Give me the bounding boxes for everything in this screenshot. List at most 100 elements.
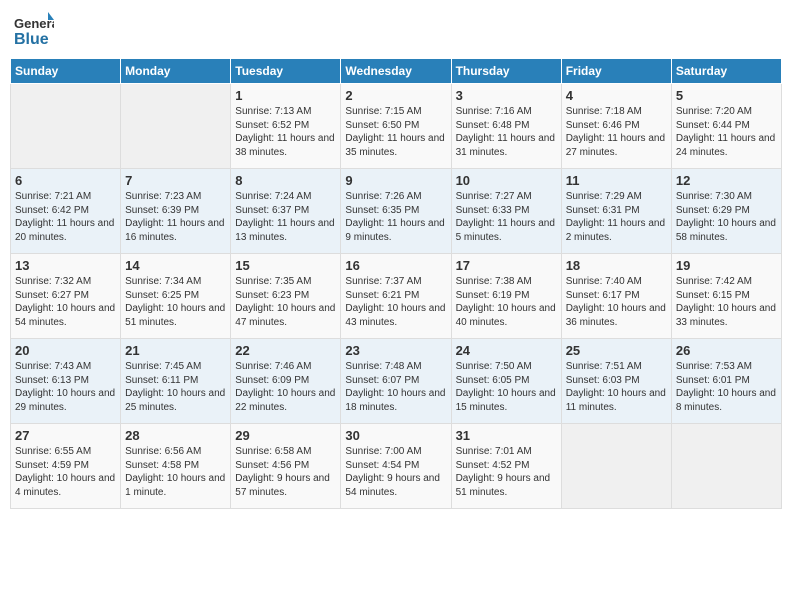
cell-content: Sunrise: 7:20 AM Sunset: 6:44 PM Dayligh…: [676, 105, 777, 159]
day-number: 21: [125, 343, 226, 358]
calendar-cell: 9 Sunrise: 7:26 AM Sunset: 6:35 PM Daylig…: [341, 169, 451, 254]
day-number: 6: [15, 173, 116, 188]
logo-icon: General Blue: [14, 10, 54, 50]
cell-content: Sunrise: 7:26 AM Sunset: 6:35 PM Dayligh…: [345, 190, 446, 244]
calendar-cell: 24 Sunrise: 7:50 AM Sunset: 6:05 PM Dayli…: [451, 339, 561, 424]
cell-content: Sunrise: 6:58 AM Sunset: 4:56 PM Dayligh…: [235, 445, 336, 499]
weekday-header-friday: Friday: [561, 59, 671, 84]
cell-content: Sunrise: 7:37 AM Sunset: 6:21 PM Dayligh…: [345, 275, 446, 329]
calendar-table: SundayMondayTuesdayWednesdayThursdayFrid…: [10, 58, 782, 509]
calendar-cell: 3 Sunrise: 7:16 AM Sunset: 6:48 PM Daylig…: [451, 84, 561, 169]
day-number: 10: [456, 173, 557, 188]
cell-content: Sunrise: 7:30 AM Sunset: 6:29 PM Dayligh…: [676, 190, 777, 244]
calendar-cell: 17Sunrise: 7:38 AM Sunset: 6:19 PM Dayli…: [451, 254, 561, 339]
weekday-header-wednesday: Wednesday: [341, 59, 451, 84]
calendar-cell: 6 Sunrise: 7:21 AM Sunset: 6:42 PM Daylig…: [11, 169, 121, 254]
cell-content: Sunrise: 7:13 AM Sunset: 6:52 PM Dayligh…: [235, 105, 336, 159]
cell-content: Sunrise: 7:00 AM Sunset: 4:54 PM Dayligh…: [345, 445, 446, 499]
cell-content: Sunrise: 7:53 AM Sunset: 6:01 PM Dayligh…: [676, 360, 777, 414]
day-number: 3: [456, 88, 557, 103]
day-number: 1: [235, 88, 336, 103]
calendar-cell: 29Sunrise: 6:58 AM Sunset: 4:56 PM Dayli…: [231, 424, 341, 509]
calendar-cell: 5Sunrise: 7:20 AM Sunset: 6:44 PM Daylig…: [671, 84, 781, 169]
calendar-cell: 23Sunrise: 7:48 AM Sunset: 6:07 PM Dayli…: [341, 339, 451, 424]
calendar-cell: 14Sunrise: 7:34 AM Sunset: 6:25 PM Dayli…: [121, 254, 231, 339]
day-number: 20: [15, 343, 116, 358]
cell-content: Sunrise: 7:42 AM Sunset: 6:15 PM Dayligh…: [676, 275, 777, 329]
calendar-cell: 2Sunrise: 7:15 AM Sunset: 6:50 PM Daylig…: [341, 84, 451, 169]
page-header: General Blue: [10, 10, 782, 50]
calendar-cell: 26 Sunrise: 7:53 AM Sunset: 6:01 PM Dayli…: [671, 339, 781, 424]
cell-content: Sunrise: 7:40 AM Sunset: 6:17 PM Dayligh…: [566, 275, 667, 329]
day-number: 2: [345, 88, 446, 103]
day-number: 9: [345, 173, 446, 188]
calendar-cell: 20 Sunrise: 7:43 AM Sunset: 6:13 PM Dayli…: [11, 339, 121, 424]
calendar-week-row: 20 Sunrise: 7:43 AM Sunset: 6:13 PM Dayli…: [11, 339, 782, 424]
day-number: 15: [235, 258, 336, 273]
cell-content: Sunrise: 7:23 AM Sunset: 6:39 PM Dayligh…: [125, 190, 226, 244]
calendar-cell: 10 Sunrise: 7:27 AM Sunset: 6:33 PM Dayli…: [451, 169, 561, 254]
calendar-cell: [561, 424, 671, 509]
day-number: 28: [125, 428, 226, 443]
weekday-header-tuesday: Tuesday: [231, 59, 341, 84]
calendar-week-row: 6 Sunrise: 7:21 AM Sunset: 6:42 PM Daylig…: [11, 169, 782, 254]
cell-content: Sunrise: 7:01 AM Sunset: 4:52 PM Dayligh…: [456, 445, 557, 499]
calendar-cell: 30 Sunrise: 7:00 AM Sunset: 4:54 PM Dayli…: [341, 424, 451, 509]
calendar-cell: 19 Sunrise: 7:42 AM Sunset: 6:15 PM Dayli…: [671, 254, 781, 339]
day-number: 22: [235, 343, 336, 358]
day-number: 19: [676, 258, 777, 273]
cell-content: Sunrise: 7:32 AM Sunset: 6:27 PM Dayligh…: [15, 275, 116, 329]
weekday-header-sunday: Sunday: [11, 59, 121, 84]
day-number: 25: [566, 343, 667, 358]
cell-content: Sunrise: 7:35 AM Sunset: 6:23 PM Dayligh…: [235, 275, 336, 329]
calendar-cell: [671, 424, 781, 509]
cell-content: Sunrise: 7:18 AM Sunset: 6:46 PM Dayligh…: [566, 105, 667, 159]
calendar-cell: 27 Sunrise: 6:55 AM Sunset: 4:59 PM Dayli…: [11, 424, 121, 509]
cell-content: Sunrise: 7:50 AM Sunset: 6:05 PM Dayligh…: [456, 360, 557, 414]
cell-content: Sunrise: 6:56 AM Sunset: 4:58 PM Dayligh…: [125, 445, 226, 499]
cell-content: Sunrise: 7:29 AM Sunset: 6:31 PM Dayligh…: [566, 190, 667, 244]
cell-content: Sunrise: 7:45 AM Sunset: 6:11 PM Dayligh…: [125, 360, 226, 414]
calendar-week-row: 13 Sunrise: 7:32 AM Sunset: 6:27 PM Dayli…: [11, 254, 782, 339]
calendar-cell: 1 Sunrise: 7:13 AM Sunset: 6:52 PM Daylig…: [231, 84, 341, 169]
calendar-cell: 31 Sunrise: 7:01 AM Sunset: 4:52 PM Dayli…: [451, 424, 561, 509]
calendar-cell: [121, 84, 231, 169]
weekday-header-row: SundayMondayTuesdayWednesdayThursdayFrid…: [11, 59, 782, 84]
cell-content: Sunrise: 7:43 AM Sunset: 6:13 PM Dayligh…: [15, 360, 116, 414]
svg-text:Blue: Blue: [14, 31, 49, 48]
calendar-week-row: 1 Sunrise: 7:13 AM Sunset: 6:52 PM Daylig…: [11, 84, 782, 169]
calendar-cell: 7Sunrise: 7:23 AM Sunset: 6:39 PM Daylig…: [121, 169, 231, 254]
calendar-cell: 28 Sunrise: 6:56 AM Sunset: 4:58 PM Dayli…: [121, 424, 231, 509]
day-number: 13: [15, 258, 116, 273]
day-number: 30: [345, 428, 446, 443]
cell-content: Sunrise: 7:34 AM Sunset: 6:25 PM Dayligh…: [125, 275, 226, 329]
calendar-week-row: 27 Sunrise: 6:55 AM Sunset: 4:59 PM Dayli…: [11, 424, 782, 509]
cell-content: Sunrise: 7:21 AM Sunset: 6:42 PM Dayligh…: [15, 190, 116, 244]
calendar-cell: [11, 84, 121, 169]
day-number: 17: [456, 258, 557, 273]
calendar-cell: 21 Sunrise: 7:45 AM Sunset: 6:11 PM Dayli…: [121, 339, 231, 424]
cell-content: Sunrise: 6:55 AM Sunset: 4:59 PM Dayligh…: [15, 445, 116, 499]
day-number: 8: [235, 173, 336, 188]
calendar-cell: 11 Sunrise: 7:29 AM Sunset: 6:31 PM Dayli…: [561, 169, 671, 254]
day-number: 27: [15, 428, 116, 443]
day-number: 11: [566, 173, 667, 188]
cell-content: Sunrise: 7:24 AM Sunset: 6:37 PM Dayligh…: [235, 190, 336, 244]
day-number: 18: [566, 258, 667, 273]
cell-content: Sunrise: 7:51 AM Sunset: 6:03 PM Dayligh…: [566, 360, 667, 414]
weekday-header-monday: Monday: [121, 59, 231, 84]
calendar-cell: 16Sunrise: 7:37 AM Sunset: 6:21 PM Dayli…: [341, 254, 451, 339]
calendar-cell: 22Sunrise: 7:46 AM Sunset: 6:09 PM Dayli…: [231, 339, 341, 424]
calendar-cell: 25 Sunrise: 7:51 AM Sunset: 6:03 PM Dayli…: [561, 339, 671, 424]
calendar-cell: 13 Sunrise: 7:32 AM Sunset: 6:27 PM Dayli…: [11, 254, 121, 339]
calendar-cell: 15 Sunrise: 7:35 AM Sunset: 6:23 PM Dayli…: [231, 254, 341, 339]
day-number: 26: [676, 343, 777, 358]
calendar-cell: 12Sunrise: 7:30 AM Sunset: 6:29 PM Dayli…: [671, 169, 781, 254]
day-number: 31: [456, 428, 557, 443]
calendar-cell: 8 Sunrise: 7:24 AM Sunset: 6:37 PM Daylig…: [231, 169, 341, 254]
day-number: 24: [456, 343, 557, 358]
logo: General Blue: [14, 10, 58, 50]
cell-content: Sunrise: 7:16 AM Sunset: 6:48 PM Dayligh…: [456, 105, 557, 159]
day-number: 23: [345, 343, 446, 358]
cell-content: Sunrise: 7:27 AM Sunset: 6:33 PM Dayligh…: [456, 190, 557, 244]
